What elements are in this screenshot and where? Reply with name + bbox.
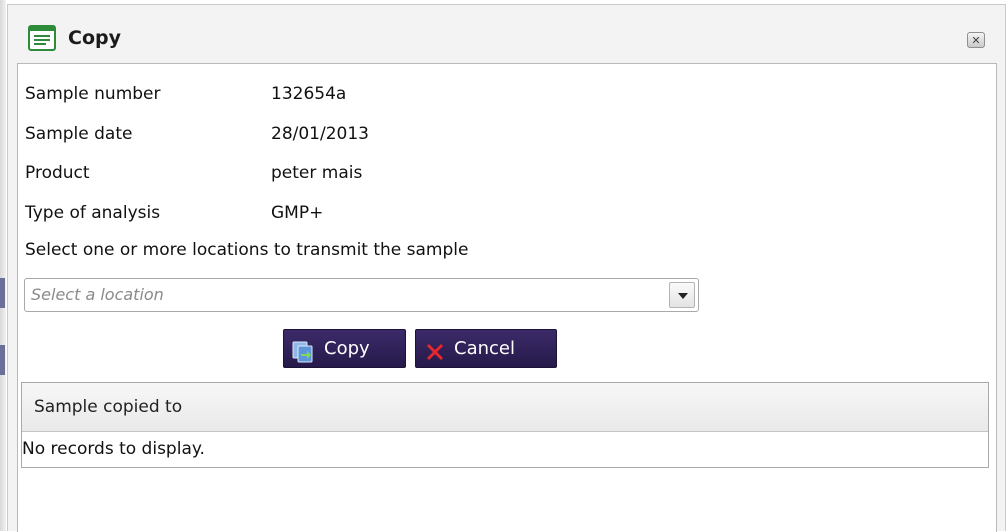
cancel-button[interactable]: Cancel: [415, 329, 557, 368]
grid-header: Sample copied to: [22, 383, 988, 432]
sample-number-value: 132654a: [271, 84, 347, 104]
copy-button-label: Copy: [324, 338, 370, 359]
copied-samples-grid: Sample copied to No records to display.: [21, 382, 989, 468]
location-input[interactable]: Select a location: [31, 279, 651, 311]
background-page-edge: [0, 0, 6, 531]
dialog-titlebar[interactable]: Copy ✕: [8, 5, 1005, 63]
dialog-title: Copy: [68, 27, 121, 49]
field-label: Sample date: [25, 124, 133, 144]
empty-message: No records to display.: [22, 439, 205, 459]
x-icon: [424, 339, 446, 361]
copy-button[interactable]: Copy: [283, 329, 406, 368]
product-value: peter mais: [271, 163, 363, 183]
cancel-button-label: Cancel: [454, 338, 515, 359]
background-marker: [0, 345, 5, 375]
column-header[interactable]: Sample copied to: [34, 394, 182, 420]
field-label: Type of analysis: [25, 203, 161, 223]
field-label: Product: [25, 163, 90, 183]
list-document-icon: [28, 25, 56, 51]
background-marker: [0, 278, 5, 308]
sample-date-value: 28/01/2013: [271, 124, 369, 144]
location-select-caption: Select one or more locations to transmit…: [25, 240, 469, 260]
copy-icon: [292, 339, 314, 363]
location-combobox[interactable]: Select a location: [24, 278, 699, 312]
dialog-content: Sample number 132654a Sample date 28/01/…: [17, 63, 997, 532]
field-label: Sample number: [25, 84, 161, 104]
close-button[interactable]: ✕: [967, 32, 985, 48]
copy-dialog: Copy ✕ Sample number 132654a Sample date…: [7, 4, 1006, 532]
chevron-down-icon[interactable]: [669, 282, 695, 308]
analysis-type-value: GMP+: [271, 203, 324, 223]
